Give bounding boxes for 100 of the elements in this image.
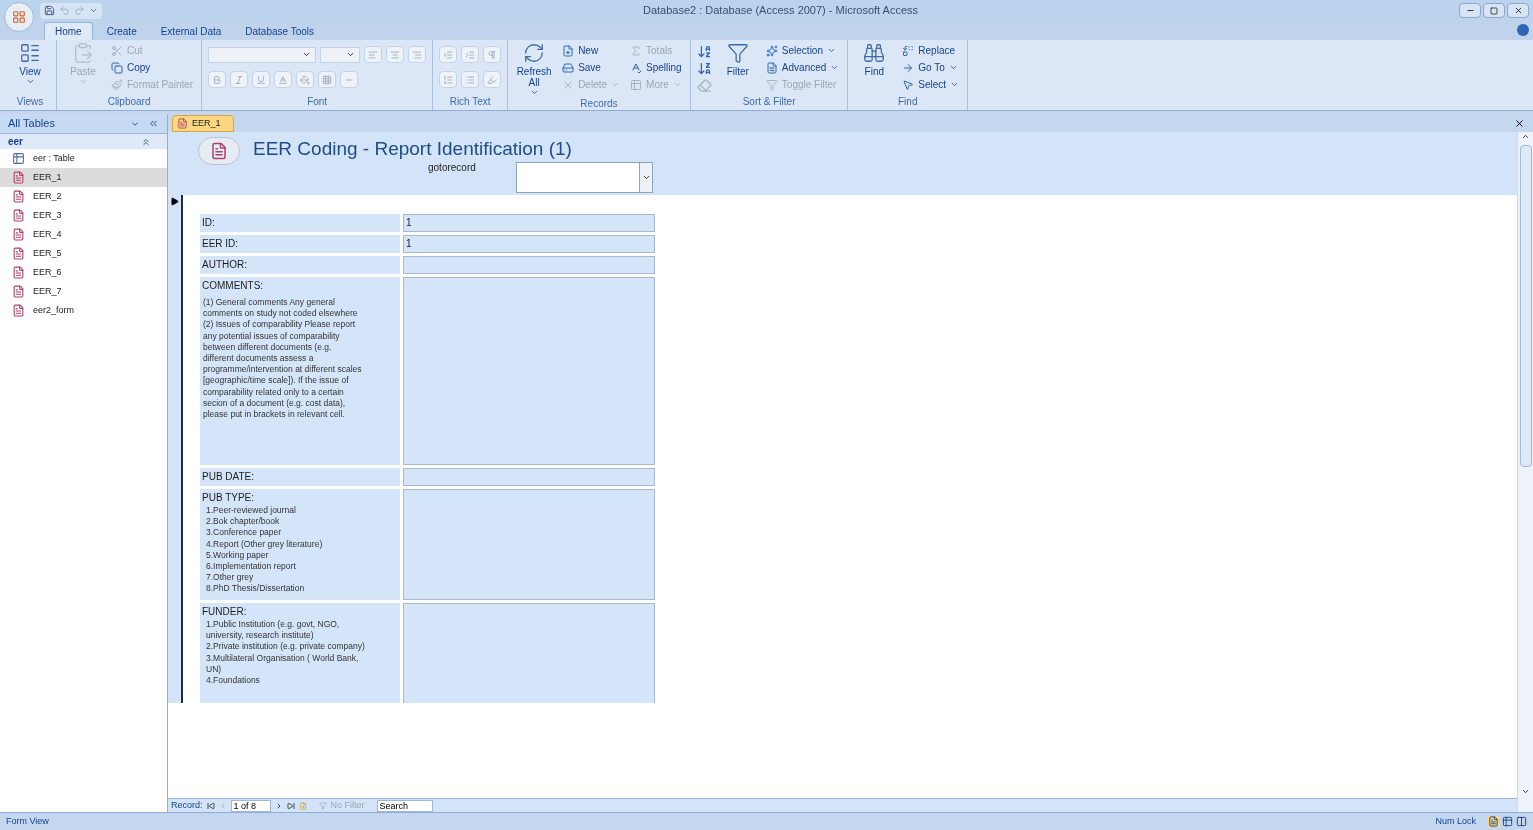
field-label: COMMENTS: <box>202 279 265 293</box>
field-help-text: 8.PhD Thesis/Dissertation <box>206 583 306 595</box>
last-record-icon[interactable] <box>286 801 295 810</box>
ribbon-tab[interactable]: Database Tools <box>235 22 325 40</box>
scroll-thumb[interactable] <box>1519 145 1532 467</box>
sort-ascending-icon[interactable] <box>696 44 712 59</box>
scroll-up-icon[interactable] <box>1521 132 1530 141</box>
ribbon-tab[interactable]: External Data <box>150 22 232 40</box>
ribbon-button[interactable]: Go To <box>900 59 962 76</box>
format-button[interactable] <box>274 71 293 88</box>
ribbon-button[interactable]: Selection <box>763 42 842 59</box>
format-icon <box>300 74 311 85</box>
format-button[interactable] <box>439 71 458 88</box>
ribbon-icon <box>523 42 546 64</box>
group-label: Clipboard <box>106 95 152 109</box>
font-name-field[interactable] <box>208 46 317 63</box>
goto-combobox[interactable] <box>516 162 653 193</box>
ribbon-tab[interactable]: Create <box>96 22 147 40</box>
layout-view-icon[interactable] <box>1516 816 1527 827</box>
text-field[interactable]: 1 <box>403 214 655 232</box>
text-field[interactable] <box>403 489 655 600</box>
record-label: Record: <box>171 798 203 812</box>
text-field[interactable]: 1 <box>403 235 655 253</box>
ribbon-large-button[interactable]: Filter <box>717 42 758 77</box>
close-button[interactable] <box>1507 3 1529 18</box>
format-button[interactable] <box>386 46 405 63</box>
nav-item[interactable]: EER_3 <box>0 206 167 225</box>
format-button[interactable] <box>230 71 249 88</box>
caret-icon <box>346 50 356 59</box>
office-button[interactable] <box>4 2 34 32</box>
collapse-icon[interactable] <box>141 136 151 147</box>
search-field[interactable]: Search <box>376 799 433 812</box>
format-button[interactable] <box>439 46 458 63</box>
format-button[interactable] <box>408 46 427 63</box>
form-icon <box>12 285 25 298</box>
text-field[interactable] <box>403 468 655 486</box>
save-icon[interactable] <box>44 5 55 16</box>
redo-icon[interactable] <box>74 5 85 16</box>
format-icon <box>443 74 454 85</box>
first-record-icon[interactable] <box>206 801 215 810</box>
format-button[interactable] <box>208 71 227 88</box>
ribbon-large-button[interactable]: Find <box>854 42 895 77</box>
caret-icon <box>302 50 312 59</box>
minimize-button[interactable] <box>1459 3 1481 18</box>
field-help-text: 3.Conference paper <box>206 527 283 539</box>
form-icon <box>12 190 25 203</box>
document-tab[interactable]: EER_1 <box>172 115 234 132</box>
nav-item[interactable]: EER_1 <box>0 168 167 187</box>
customize-icon[interactable] <box>89 6 98 15</box>
datasheet-view-icon[interactable] <box>1502 816 1513 827</box>
format-button[interactable] <box>318 71 337 88</box>
record-position-field[interactable]: 1 of 8 <box>230 799 271 812</box>
sort-descending-icon[interactable] <box>696 61 712 76</box>
ribbon-button[interactable]: Spelling <box>628 59 684 76</box>
nav-item[interactable]: EER_5 <box>0 244 167 263</box>
font-size-field[interactable] <box>320 46 361 63</box>
format-icon <box>390 49 401 60</box>
record-selector[interactable] <box>168 195 183 703</box>
text-field[interactable] <box>403 603 655 703</box>
ribbon-button[interactable]: Save <box>560 59 623 76</box>
window-title: Database2 : Database (Access 2007) - Microsoft Access <box>641 3 920 19</box>
ribbon-tab[interactable]: Home <box>44 22 93 40</box>
nav-item[interactable]: eer2_form <box>0 301 167 320</box>
format-icon <box>212 74 223 85</box>
nav-item[interactable]: EER_2 <box>0 187 167 206</box>
nav-item[interactable]: EER_4 <box>0 225 167 244</box>
format-button[interactable] <box>296 71 315 88</box>
ribbon-button[interactable]: Select <box>900 76 962 93</box>
ribbon-icon <box>19 42 41 64</box>
text-field[interactable] <box>403 277 655 465</box>
undo-icon[interactable] <box>59 5 70 16</box>
scroll-down-icon[interactable] <box>1521 787 1530 796</box>
nav-item[interactable]: eer : Table <box>0 149 167 168</box>
ribbon-large-button[interactable]: View <box>10 42 50 86</box>
format-button[interactable] <box>252 71 271 88</box>
ribbon-large-button[interactable]: Refresh All <box>514 42 555 97</box>
format-icon <box>487 49 498 60</box>
collapse-icon[interactable] <box>148 118 159 129</box>
field-help-text: 1.Peer-reviewed journal <box>206 505 297 517</box>
format-button[interactable] <box>340 71 359 88</box>
vertical-scrollbar[interactable] <box>1517 132 1533 812</box>
ribbon-button[interactable]: New <box>560 42 623 59</box>
nav-item[interactable]: EER_6 <box>0 263 167 282</box>
format-button[interactable] <box>364 46 383 63</box>
format-icon <box>487 74 498 85</box>
text-field[interactable] <box>403 256 655 274</box>
format-button[interactable] <box>461 71 480 88</box>
ribbon-button[interactable]: Advanced <box>763 59 842 76</box>
ribbon-icon <box>72 42 94 64</box>
format-button[interactable] <box>461 46 480 63</box>
field-help-text: 3.Multilateral Organisation ( World Bank, UN) <box>206 652 360 675</box>
format-button[interactable] <box>483 71 502 88</box>
ribbon-button[interactable]: Replace <box>900 42 962 59</box>
ribbon-icon <box>630 78 643 91</box>
ribbon-button[interactable]: Copy <box>109 59 196 76</box>
nav-item[interactable]: EER_7 <box>0 282 167 301</box>
new-record-icon[interactable] <box>298 801 307 810</box>
close-icon[interactable] <box>1514 118 1525 129</box>
format-button[interactable] <box>483 46 502 63</box>
form-view-icon[interactable] <box>1488 816 1499 827</box>
